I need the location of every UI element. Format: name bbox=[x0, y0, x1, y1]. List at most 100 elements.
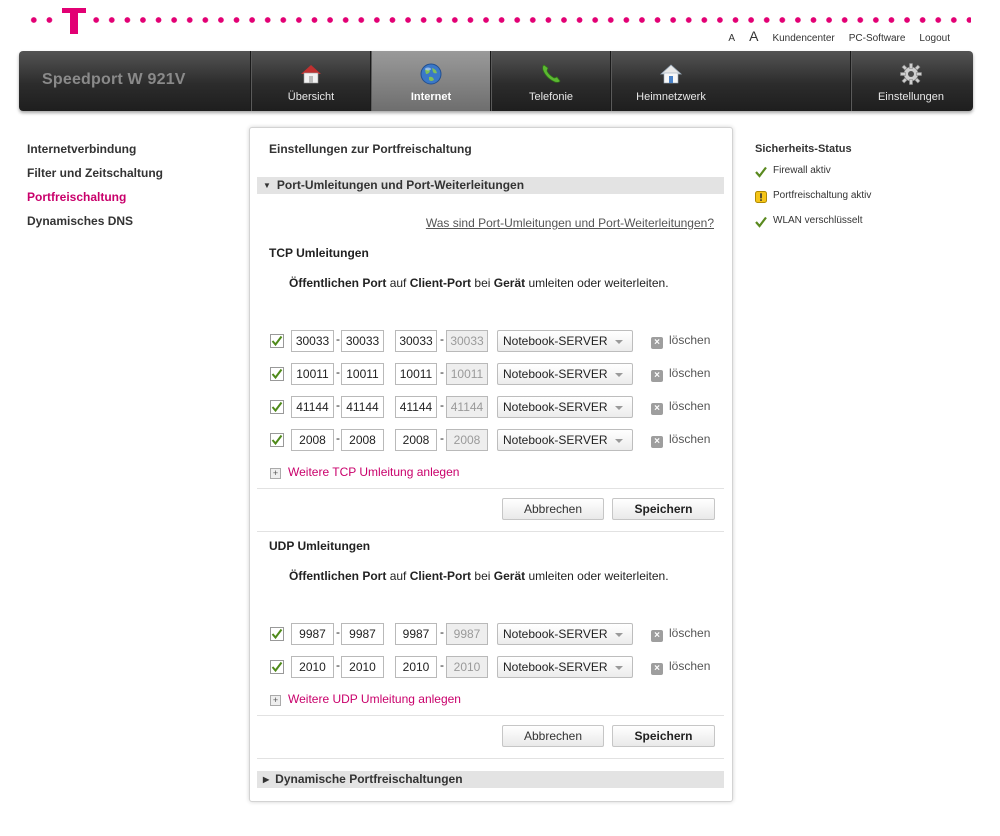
enable-checkbox[interactable] bbox=[270, 660, 284, 674]
top-links: A A Kundencenter PC-Software Logout bbox=[728, 28, 950, 44]
help-link[interactable]: Was sind Port-Umleitungen und Port-Weite… bbox=[426, 216, 714, 230]
globe-icon bbox=[419, 62, 443, 86]
public-port-to-input[interactable]: 9987 bbox=[341, 623, 384, 645]
delete-x-icon: × bbox=[651, 370, 663, 382]
udp-save-button[interactable]: Speichern bbox=[612, 725, 715, 747]
security-status: Sicherheits-Status Firewall aktiv Portfr… bbox=[755, 143, 871, 240]
client-port-to-input: 2008 bbox=[446, 429, 488, 451]
delete-x-icon: × bbox=[651, 436, 663, 448]
home-network-icon bbox=[659, 62, 683, 86]
public-port-to-input[interactable]: 30033 bbox=[341, 330, 384, 352]
public-port-from-input[interactable]: 2010 bbox=[291, 656, 334, 678]
expand-triangle-icon: ▶ bbox=[263, 775, 270, 784]
tab-heimnetzwerk[interactable]: Heimnetzwerk bbox=[610, 51, 731, 111]
tab-label: Internet bbox=[410, 91, 452, 103]
font-small-link[interactable]: A bbox=[728, 33, 735, 44]
delete-button[interactable]: × löschen bbox=[651, 399, 710, 415]
udp-cancel-button[interactable]: Abbrechen bbox=[502, 725, 604, 747]
add-udp-forwarding-link[interactable]: + Weitere UDP Umleitung anlegen bbox=[270, 692, 461, 706]
tab-label: Telefonie bbox=[528, 91, 574, 103]
plus-icon: + bbox=[270, 468, 281, 479]
sidebar: Internetverbindung Filter und Zeitschalt… bbox=[27, 141, 163, 237]
udp-description: Öffentlichen Port auf Client-Port bei Ge… bbox=[289, 569, 669, 583]
collapse-triangle-icon: ▼ bbox=[263, 181, 271, 190]
enable-checkbox[interactable] bbox=[270, 334, 284, 348]
delete-button[interactable]: × löschen bbox=[651, 432, 710, 448]
section-dynamic-ports-header[interactable]: ▶ Dynamische Portfreischaltungen bbox=[257, 771, 724, 788]
enable-checkbox[interactable] bbox=[270, 627, 284, 641]
tab-internet[interactable]: Internet bbox=[370, 51, 491, 111]
udp-forwarding-row: 2010-2010 2010-2010 Notebook-SERVER × lösche… bbox=[270, 656, 715, 678]
sidebar-item-filter[interactable]: Filter und Zeitschaltung bbox=[27, 165, 163, 189]
device-select[interactable]: Notebook-SERVER bbox=[497, 656, 633, 678]
status-portfreischaltung: Portfreischaltung aktiv bbox=[755, 190, 871, 215]
enable-checkbox[interactable] bbox=[270, 400, 284, 414]
add-tcp-forwarding-link[interactable]: + Weitere TCP Umleitung anlegen bbox=[270, 465, 459, 479]
tcp-forwarding-row: 30033-30033 30033-30033 Notebook-SERVER × lö… bbox=[270, 330, 715, 352]
status-wlan: WLAN verschlüsselt bbox=[755, 215, 871, 240]
tab-uebersicht[interactable]: Übersicht bbox=[250, 51, 371, 111]
tab-label: Übersicht bbox=[287, 91, 335, 103]
delete-button[interactable]: × löschen bbox=[651, 366, 710, 382]
tab-label: Einstellungen bbox=[877, 91, 945, 103]
tab-label: Heimnetzwerk bbox=[636, 91, 706, 103]
section-port-forwarding-header[interactable]: ▼ Port-Umleitungen und Port-Weiterleitung… bbox=[257, 177, 724, 194]
check-icon bbox=[755, 216, 767, 228]
public-port-to-input[interactable]: 10011 bbox=[341, 363, 384, 385]
page-title: Einstellungen zur Portfreischaltung bbox=[269, 142, 472, 156]
delete-x-icon: × bbox=[651, 663, 663, 675]
tcp-forwarding-row: 41144-41144 41144-41144 Notebook-SERVER × lö… bbox=[270, 396, 715, 418]
tcp-cancel-button[interactable]: Abbrechen bbox=[502, 498, 604, 520]
device-select[interactable]: Notebook-SERVER bbox=[497, 623, 633, 645]
font-large-link[interactable]: A bbox=[749, 28, 758, 44]
gear-icon bbox=[899, 62, 923, 86]
public-port-to-input[interactable]: 2010 bbox=[341, 656, 384, 678]
client-port-to-input: 41144 bbox=[446, 396, 488, 418]
public-port-from-input[interactable]: 10011 bbox=[291, 363, 334, 385]
chevron-down-icon bbox=[615, 340, 623, 344]
tab-telefonie[interactable]: Telefonie bbox=[490, 51, 611, 111]
client-port-from-input[interactable]: 41144 bbox=[395, 396, 437, 418]
kundencenter-link[interactable]: Kundencenter bbox=[772, 33, 834, 44]
logout-link[interactable]: Logout bbox=[919, 33, 950, 44]
client-port-from-input[interactable]: 10011 bbox=[395, 363, 437, 385]
device-select[interactable]: Notebook-SERVER bbox=[497, 330, 633, 352]
public-port-to-input[interactable]: 2008 bbox=[341, 429, 384, 451]
delete-button[interactable]: × löschen bbox=[651, 659, 710, 675]
device-select[interactable]: Notebook-SERVER bbox=[497, 363, 633, 385]
public-port-from-input[interactable]: 9987 bbox=[291, 623, 334, 645]
enable-checkbox[interactable] bbox=[270, 433, 284, 447]
client-port-from-input[interactable]: 30033 bbox=[395, 330, 437, 352]
client-port-from-input[interactable]: 9987 bbox=[395, 623, 437, 645]
status-firewall: Firewall aktiv bbox=[755, 165, 871, 190]
pc-software-link[interactable]: PC-Software bbox=[849, 33, 906, 44]
tcp-save-button[interactable]: Speichern bbox=[612, 498, 715, 520]
public-port-to-input[interactable]: 41144 bbox=[341, 396, 384, 418]
delete-button[interactable]: × löschen bbox=[651, 626, 710, 642]
delete-x-icon: × bbox=[651, 403, 663, 415]
enable-checkbox[interactable] bbox=[270, 367, 284, 381]
tab-einstellungen[interactable]: Einstellungen bbox=[850, 51, 971, 111]
warning-icon bbox=[755, 191, 767, 203]
tcp-description: Öffentlichen Port auf Client-Port bei Ge… bbox=[289, 276, 669, 290]
sidebar-item-portfreischaltung[interactable]: Portfreischaltung bbox=[27, 189, 163, 213]
chevron-down-icon bbox=[615, 373, 623, 377]
client-port-to-input: 10011 bbox=[446, 363, 488, 385]
client-port-to-input: 2010 bbox=[446, 656, 488, 678]
device-select[interactable]: Notebook-SERVER bbox=[497, 429, 633, 451]
client-port-to-input: 9987 bbox=[446, 623, 488, 645]
sidebar-item-dynamisches-dns[interactable]: Dynamisches DNS bbox=[27, 213, 163, 237]
client-port-from-input[interactable]: 2008 bbox=[395, 429, 437, 451]
public-port-from-input[interactable]: 2008 bbox=[291, 429, 334, 451]
tcp-forwarding-row: 10011-10011 10011-10011 Notebook-SERVER × lö… bbox=[270, 363, 715, 385]
delete-button[interactable]: × löschen bbox=[651, 333, 710, 349]
client-port-from-input[interactable]: 2010 bbox=[395, 656, 437, 678]
delete-x-icon: × bbox=[651, 337, 663, 349]
client-port-to-input: 30033 bbox=[446, 330, 488, 352]
main-panel: Einstellungen zur Portfreischaltung ▼ Por… bbox=[249, 127, 733, 802]
sidebar-item-internetverbindung[interactable]: Internetverbindung bbox=[27, 141, 163, 165]
public-port-from-input[interactable]: 30033 bbox=[291, 330, 334, 352]
device-select[interactable]: Notebook-SERVER bbox=[497, 396, 633, 418]
public-port-from-input[interactable]: 41144 bbox=[291, 396, 334, 418]
telekom-logo[interactable] bbox=[62, 2, 86, 34]
